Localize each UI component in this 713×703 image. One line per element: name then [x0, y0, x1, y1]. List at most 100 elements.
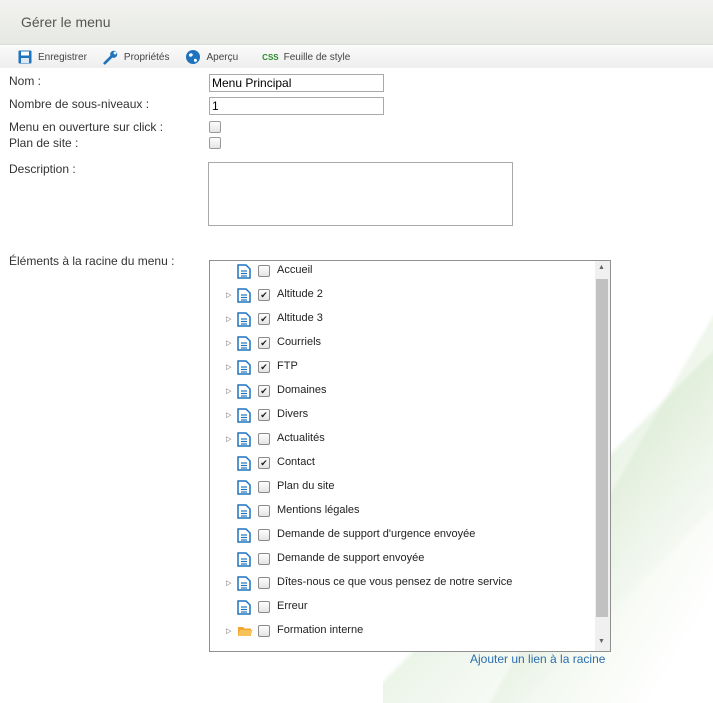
expand-arrow-icon[interactable]: ▷	[226, 339, 232, 347]
sitemap-label: Plan de site :	[9, 136, 79, 150]
tree-item[interactable]: Erreur	[210, 597, 595, 617]
scroll-thumb[interactable]	[596, 279, 608, 617]
tree-item[interactable]: Plan du site	[210, 477, 595, 497]
tree-item[interactable]: ✔ Contact	[210, 453, 595, 473]
expand-arrow-icon[interactable]: ▷	[226, 363, 232, 371]
page-icon	[237, 288, 251, 306]
tree-item[interactable]: Accueil	[210, 261, 595, 281]
page-icon	[237, 264, 251, 282]
tree-item-checkbox[interactable]	[258, 265, 270, 277]
page-icon	[237, 480, 251, 498]
stylesheet-button[interactable]: css Feuille de style	[262, 49, 350, 65]
description-label: Description :	[9, 162, 76, 176]
scroll-down-arrow-icon[interactable]: ▼	[598, 638, 605, 645]
tree-item-label: Erreur	[277, 600, 308, 612]
page-icon	[237, 360, 251, 378]
tree-item[interactable]: ▷ ✔ Divers	[210, 405, 595, 425]
menu-tree[interactable]: Accueil ▷ ✔ Altitude 2 ▷ ✔ Altitude 3 ▷ ✔ Courrie…	[209, 260, 611, 652]
wrench-icon	[103, 49, 119, 65]
page-title: Gérer le menu	[21, 14, 111, 30]
tree-scrollbar[interactable]: ▲ ▼	[595, 261, 610, 651]
save-label: Enregistrer	[38, 51, 87, 63]
sublevels-label: Nombre de sous-niveaux :	[9, 97, 150, 111]
tree-item[interactable]: Demande de support d'urgence envoyée	[210, 525, 595, 545]
tree-item[interactable]: ▷ ✔ Altitude 3	[210, 309, 595, 329]
tree-item-checkbox[interactable]: ✔	[258, 457, 270, 469]
floppy-disk-icon	[17, 49, 33, 65]
tree-item-label: Contact	[277, 456, 315, 468]
expand-arrow-icon[interactable]: ▷	[226, 291, 232, 299]
scroll-up-arrow-icon[interactable]: ▲	[598, 264, 605, 271]
tree-item[interactable]: Demande de support envoyée	[210, 549, 595, 569]
tree-item-checkbox[interactable]: ✔	[258, 385, 270, 397]
tree-item[interactable]: ▷ ✔ Altitude 2	[210, 285, 595, 305]
tree-item[interactable]: ▷ Formation interne	[210, 621, 595, 641]
tree-item-label: Altitude 2	[277, 288, 323, 300]
tree-item-label: Formation interne	[277, 624, 364, 636]
tree-item-checkbox[interactable]: ✔	[258, 361, 270, 373]
tree-item-label: Divers	[277, 408, 309, 420]
page-icon	[237, 432, 251, 450]
page-icon	[237, 600, 251, 618]
properties-button[interactable]: Propriétés	[103, 49, 170, 65]
tree-item-checkbox[interactable]	[258, 529, 270, 541]
properties-label: Propriétés	[123, 51, 170, 63]
name-label: Nom :	[9, 74, 42, 88]
description-textarea[interactable]	[208, 162, 513, 226]
tree-item-label: Courriels	[277, 336, 322, 348]
name-input[interactable]: Menu Principal	[209, 74, 384, 92]
save-button[interactable]: Enregistrer	[17, 49, 87, 65]
page-icon	[237, 312, 251, 330]
expand-arrow-icon[interactable]: ▷	[226, 387, 232, 395]
tree-item[interactable]: ▷ ✔ Courriels	[210, 333, 595, 353]
tree-item[interactable]: Mentions légales	[210, 501, 595, 521]
tree-item-label: Demande de support envoyée	[277, 552, 425, 564]
css-icon: css	[262, 52, 279, 62]
page-icon	[237, 552, 251, 570]
tree-item[interactable]: ▷ ✔ Domaines	[210, 381, 595, 401]
add-root-link[interactable]: Ajouter un lien à la racine	[470, 652, 605, 666]
sitemap-checkbox[interactable]	[209, 137, 221, 149]
folder-icon	[237, 624, 253, 641]
tree-item[interactable]: ▷ ✔ FTP	[210, 357, 595, 377]
tree-item-label: Actualités	[277, 432, 325, 444]
tree-item-checkbox[interactable]	[258, 433, 270, 445]
sublevels-input[interactable]: 1	[209, 97, 384, 115]
root-items-label: Éléments à la racine du menu :	[9, 254, 175, 268]
page-icon	[237, 384, 251, 402]
tree-item-checkbox[interactable]: ✔	[258, 409, 270, 421]
expand-arrow-icon[interactable]: ▷	[226, 435, 232, 443]
preview-label: Aperçu	[206, 51, 239, 63]
expand-arrow-icon[interactable]: ▷	[226, 411, 232, 419]
tree-item-checkbox[interactable]: ✔	[258, 337, 270, 349]
tree-item-label: FTP	[277, 360, 298, 372]
page-icon	[237, 528, 251, 546]
page-icon	[237, 456, 251, 474]
tree-item[interactable]: ▷ Dîtes-nous ce que vous pensez de notre …	[210, 573, 595, 593]
tree-item[interactable]: ▷ Actualités	[210, 429, 595, 449]
tree-item-checkbox[interactable]	[258, 577, 270, 589]
tree-item-label: Demande de support d'urgence envoyée	[277, 528, 476, 540]
tree-item-checkbox[interactable]	[258, 601, 270, 613]
expand-arrow-icon[interactable]: ▷	[226, 579, 232, 587]
tree-item-label: Accueil	[277, 264, 313, 276]
tree-item-checkbox[interactable]	[258, 505, 270, 517]
page-icon	[237, 576, 251, 594]
tree-item-label: Dîtes-nous ce que vous pensez de notre s…	[277, 576, 513, 588]
tree-item-checkbox[interactable]: ✔	[258, 289, 270, 301]
tree-item-checkbox[interactable]: ✔	[258, 313, 270, 325]
expand-arrow-icon[interactable]: ▷	[226, 627, 232, 635]
page-icon	[237, 336, 251, 354]
tree-item-label: Mentions légales	[277, 504, 360, 516]
expand-arrow-icon[interactable]: ▷	[226, 315, 232, 323]
tree-item-checkbox[interactable]	[258, 553, 270, 565]
open-on-click-checkbox[interactable]	[209, 121, 221, 133]
tree-item-checkbox[interactable]	[258, 481, 270, 493]
tree-item-checkbox[interactable]	[258, 625, 270, 637]
page-icon	[237, 504, 251, 522]
preview-button[interactable]: Aperçu	[185, 49, 238, 65]
stylesheet-label: Feuille de style	[283, 51, 351, 63]
tree-item-label: Altitude 3	[277, 312, 323, 324]
tree-item-label: Plan du site	[277, 480, 335, 492]
open-on-click-label: Menu en ouverture sur click :	[9, 120, 164, 134]
